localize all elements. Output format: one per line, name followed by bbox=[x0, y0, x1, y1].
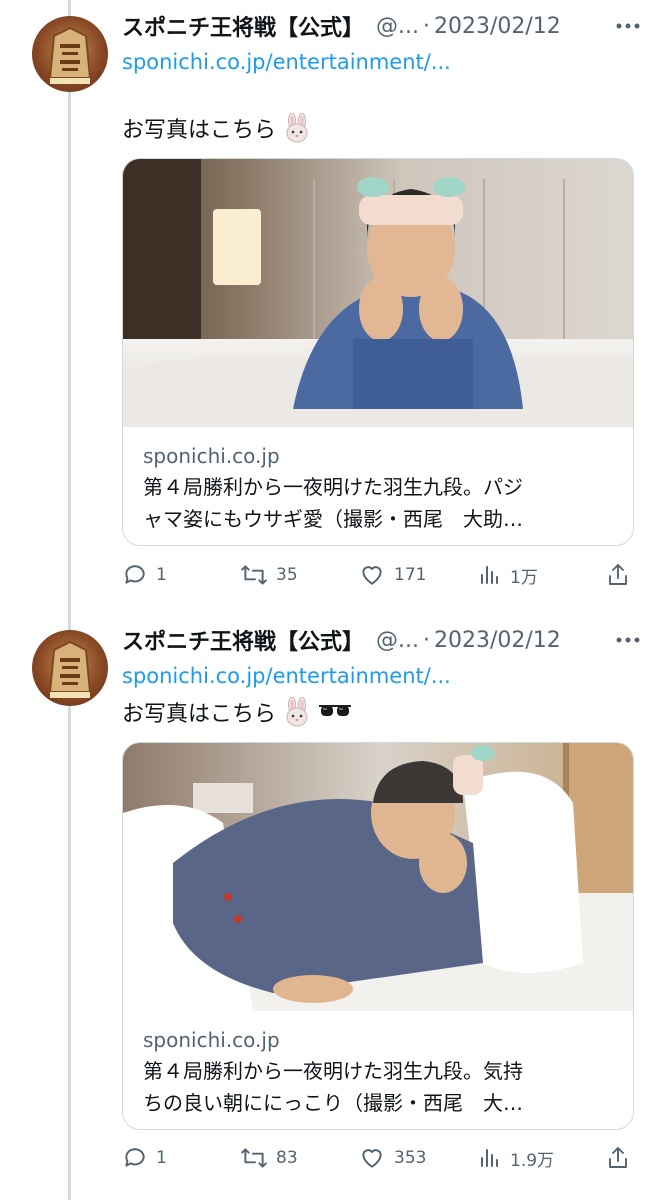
card-title-line-2: ちの良い朝ににっこり（撮影・西尾 大… bbox=[143, 1091, 523, 1115]
card-domain: sponichi.co.jp bbox=[143, 444, 280, 468]
tweet-actions: 1 83 353 1.9万 bbox=[122, 1143, 632, 1173]
retweet-button[interactable]: 83 bbox=[240, 1145, 298, 1171]
retweet-button[interactable]: 35 bbox=[240, 562, 298, 588]
heart-icon bbox=[362, 566, 382, 585]
card-title-line-1: 第４局勝利から一夜明けた羽生九段。パジ bbox=[143, 475, 523, 499]
more-options-icon[interactable] bbox=[614, 626, 642, 654]
share-button[interactable] bbox=[606, 562, 630, 588]
reply-count: 1 bbox=[156, 1148, 167, 1168]
tweet-text-row: お写真はこちら bbox=[122, 112, 312, 144]
tweet-1[interactable]: スポニチ王将戦【公式】 @... · 2023/02/12 sponichi.c… bbox=[0, 0, 666, 600]
share-icon bbox=[609, 564, 627, 585]
shogi-piece-logo-icon bbox=[48, 640, 92, 698]
reply-button[interactable]: 1 bbox=[122, 562, 167, 588]
reply-button[interactable]: 1 bbox=[122, 1145, 167, 1171]
views-count: 1.9万 bbox=[510, 1150, 555, 1171]
card-photo-pajama-rabbit-headband bbox=[123, 159, 633, 427]
reply-icon bbox=[125, 1148, 145, 1167]
tweet-date[interactable]: 2023/02/12 bbox=[434, 628, 561, 653]
like-count: 171 bbox=[394, 565, 427, 585]
dot-separator: · bbox=[423, 13, 430, 39]
retweet-count: 35 bbox=[276, 565, 298, 585]
tweet-text-row: お写真はこちら bbox=[122, 696, 352, 728]
author-name[interactable]: スポニチ王将戦【公式】 bbox=[122, 10, 364, 42]
avatar[interactable] bbox=[32, 630, 108, 706]
tweet-actions: 1 35 171 1万 bbox=[122, 560, 632, 590]
card-title-line-2: ャマ姿にもウサギ愛（撮影・西尾 大助… bbox=[143, 507, 523, 531]
like-button[interactable]: 171 bbox=[358, 562, 426, 588]
heart-icon bbox=[362, 1149, 382, 1168]
like-count: 353 bbox=[394, 1148, 427, 1168]
article-link[interactable]: sponichi.co.jp/entertainment/... bbox=[122, 50, 451, 74]
avatar[interactable] bbox=[32, 16, 108, 92]
author-handle[interactable]: @... bbox=[376, 628, 419, 653]
views-bar-chart-icon bbox=[481, 1149, 498, 1167]
card-photo-lying-on-bed bbox=[123, 743, 633, 1011]
rabbit-face-emoji-icon bbox=[286, 113, 308, 143]
tweet-text: お写真はこちら bbox=[122, 118, 277, 143]
card-image[interactable] bbox=[123, 159, 633, 427]
more-options-icon[interactable] bbox=[614, 12, 642, 40]
like-button[interactable]: 353 bbox=[358, 1145, 426, 1171]
reply-icon bbox=[125, 565, 145, 584]
author-handle[interactable]: @... bbox=[376, 14, 419, 39]
retweet-count: 83 bbox=[276, 1148, 298, 1168]
views-count: 1万 bbox=[510, 567, 538, 588]
shogi-piece-logo-icon bbox=[48, 26, 92, 84]
card-image[interactable] bbox=[123, 743, 633, 1011]
views-button[interactable]: 1.9万 bbox=[478, 1146, 554, 1171]
views-bar-chart-icon bbox=[481, 566, 498, 584]
link-preview-card[interactable]: sponichi.co.jp 第４局勝利から一夜明けた羽生九段。パジ ャマ姿にも… bbox=[122, 158, 634, 546]
tweet-2[interactable]: スポニチ王将戦【公式】 @... · 2023/02/12 sponichi.c… bbox=[0, 600, 666, 1200]
rabbit-face-emoji-icon bbox=[286, 697, 308, 727]
author-name[interactable]: スポニチ王将戦【公式】 bbox=[122, 624, 364, 656]
reply-count: 1 bbox=[156, 565, 167, 585]
card-domain: sponichi.co.jp bbox=[143, 1028, 280, 1052]
link-preview-card[interactable]: sponichi.co.jp 第４局勝利から一夜明けた羽生九段。気持 ちの良い朝… bbox=[122, 742, 634, 1130]
retweet-icon bbox=[241, 1148, 267, 1168]
article-link[interactable]: sponichi.co.jp/entertainment/... bbox=[122, 664, 451, 688]
tweet-date[interactable]: 2023/02/12 bbox=[434, 14, 561, 39]
retweet-icon bbox=[241, 565, 267, 585]
share-icon bbox=[609, 1147, 627, 1168]
card-title-line-1: 第４局勝利から一夜明けた羽生九段。気持 bbox=[143, 1059, 523, 1083]
sunglasses-emoji-icon bbox=[319, 705, 352, 716]
views-button[interactable]: 1万 bbox=[478, 563, 538, 588]
dot-separator: · bbox=[423, 627, 430, 653]
tweet-text: お写真はこちら bbox=[122, 702, 277, 727]
share-button[interactable] bbox=[606, 1145, 630, 1171]
